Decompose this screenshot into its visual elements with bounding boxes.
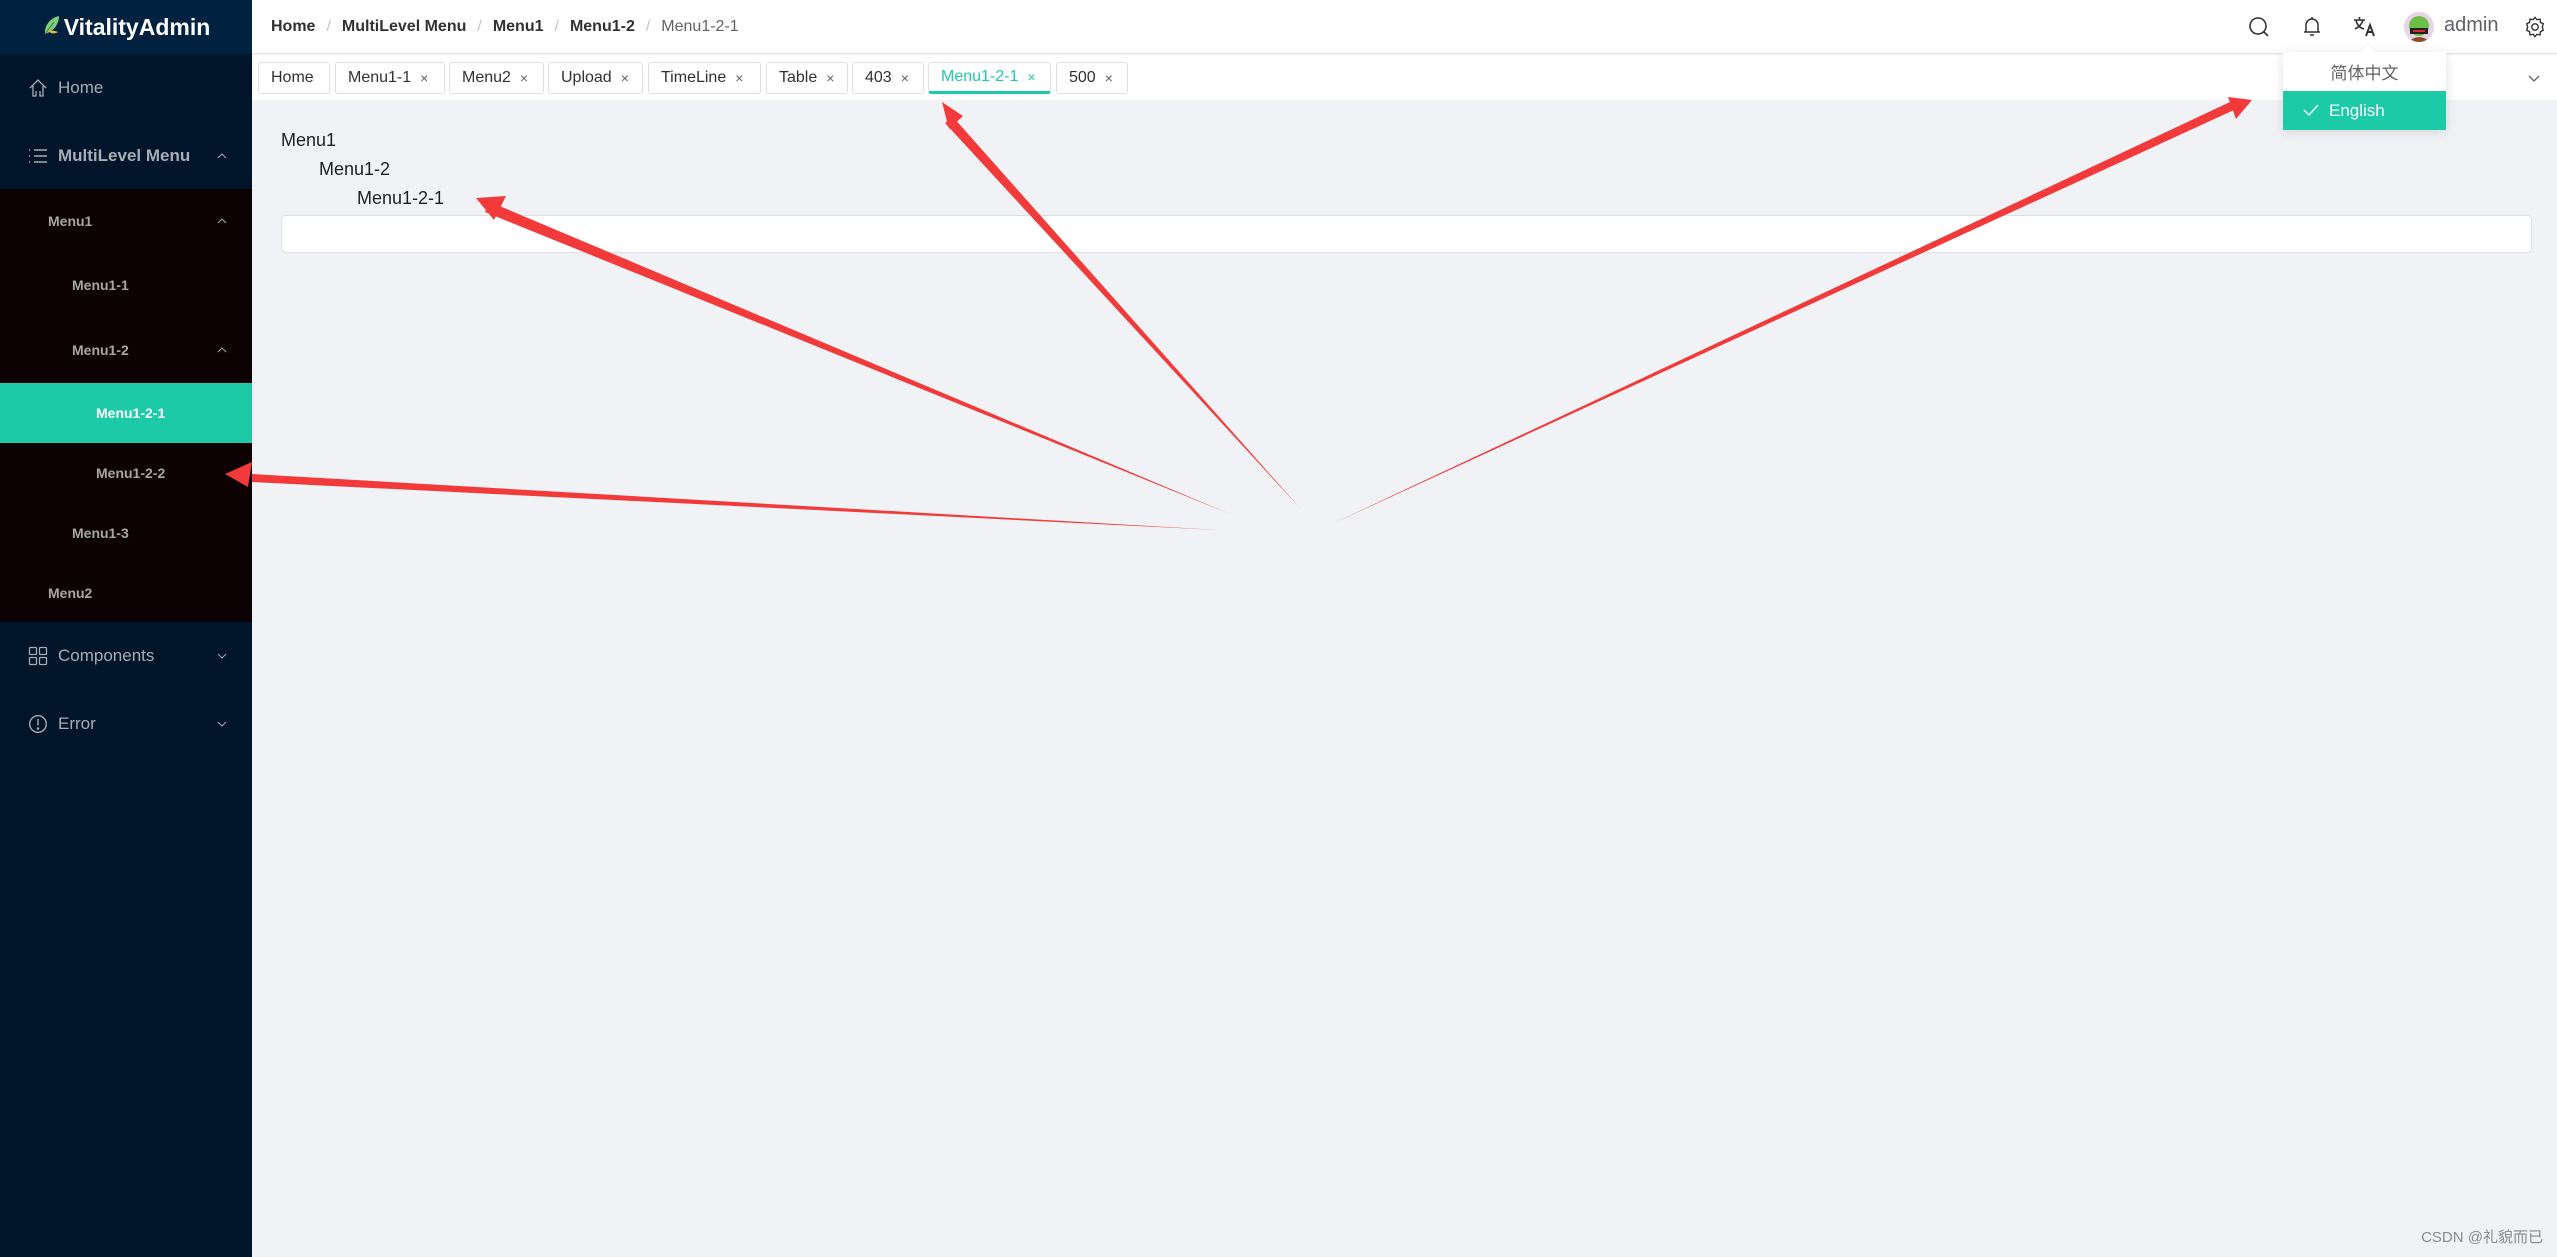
chevron-down-icon — [217, 721, 227, 727]
content-line-menu1-2-1: Menu1-2-1 — [357, 188, 445, 208]
sidebar-item-home[interactable]: Home — [0, 54, 252, 122]
tab-403[interactable]: 403 × — [852, 62, 924, 94]
tab-500[interactable]: 500 × — [1056, 62, 1128, 94]
tab-table[interactable]: Table × — [766, 62, 848, 94]
arrow-to-submenu-item — [225, 462, 1218, 530]
tab-label: Home — [271, 69, 314, 86]
arrow-to-active-tab — [942, 102, 1300, 508]
close-icon[interactable]: × — [826, 70, 834, 86]
tab-menu2[interactable]: Menu2 × — [449, 62, 544, 94]
submenu-item-label: Menu2 — [48, 584, 93, 601]
tab-timeline[interactable]: TimeLine × — [648, 62, 761, 94]
home-icon — [28, 78, 48, 98]
close-icon[interactable]: × — [901, 70, 909, 86]
submenu-item-label: Menu1-2-2 — [96, 465, 166, 481]
submenu-item-menu1-2-1[interactable]: Menu1-2-1 — [0, 383, 252, 443]
alert-circle-icon — [28, 714, 48, 734]
grid-icon — [28, 646, 48, 666]
sidebar-item-label: Error — [58, 714, 96, 733]
submenu-item-label: Menu1 — [48, 213, 93, 229]
tab-label: Table — [779, 69, 818, 86]
submenu-item-label: Menu1-2 — [72, 342, 129, 358]
close-icon[interactable]: × — [621, 70, 629, 86]
tab-menu1-1[interactable]: Menu1-1 × — [335, 62, 445, 94]
close-icon[interactable]: × — [1027, 69, 1035, 85]
translate-icon[interactable] — [2352, 14, 2378, 40]
language-dropdown: 简体中文 English — [2283, 52, 2446, 130]
sidebar-item-error[interactable]: Error — [0, 690, 252, 758]
arrow-to-language-option — [1334, 97, 2252, 523]
list-icon — [28, 146, 48, 166]
close-icon[interactable]: × — [735, 70, 743, 86]
leaf-logo-icon — [42, 14, 62, 41]
sidebar-item-label: Home — [58, 78, 104, 97]
close-icon[interactable]: × — [1105, 70, 1113, 86]
tab-label: 403 — [865, 69, 892, 86]
submenu-item-label: Menu1-1 — [72, 277, 129, 293]
close-icon[interactable]: × — [520, 70, 528, 86]
watermark: CSDN @礼貌而已 — [2421, 1229, 2543, 1246]
sidebar-item-components[interactable]: Components — [0, 622, 252, 690]
tab-upload[interactable]: Upload × — [548, 62, 643, 94]
tab-label: 500 — [1069, 69, 1096, 86]
content-line-menu1: Menu1 — [281, 130, 337, 150]
gear-icon[interactable] — [2522, 14, 2548, 40]
submenu-item-label: Menu1-2-1 — [96, 405, 166, 421]
sidebar-item-label: MultiLevel Menu — [58, 145, 191, 165]
submenu-item-menu1[interactable]: Menu1 — [0, 189, 252, 253]
tab-label: Menu1-2-1 — [941, 68, 1019, 85]
chevron-down-icon[interactable] — [2527, 71, 2541, 85]
submenu-item-menu1-2[interactable]: Menu1-2 — [0, 317, 252, 383]
tags-view-bar: Home Menu1-1 × Menu2 × Upload × TimeLine… — [252, 55, 2557, 100]
search-icon[interactable] — [2246, 14, 2272, 40]
header-actions: admin — [252, 0, 2557, 54]
logo[interactable]: VitalityAdmin — [0, 0, 252, 54]
top-header: Home / MultiLevel Menu / Menu1 / Menu1-2… — [252, 0, 2557, 54]
tab-label: Menu2 — [462, 69, 511, 86]
content-line-menu1-2: Menu1-2 — [319, 159, 391, 179]
tab-home[interactable]: Home — [258, 62, 330, 94]
submenu-item-menu1-1[interactable]: Menu1-1 — [0, 253, 252, 317]
chevron-up-icon — [217, 218, 227, 224]
submenu-item-menu1-3[interactable]: Menu1-3 — [0, 503, 252, 563]
submenu-item-menu1-2-2[interactable]: Menu1-2-2 — [0, 443, 252, 503]
sidebar: VitalityAdmin Home MultiLevel Menu Menu1… — [0, 0, 252, 1257]
username[interactable]: admin — [2444, 14, 2498, 37]
user-avatar[interactable] — [2404, 12, 2434, 42]
tab-label: TimeLine — [661, 69, 727, 86]
submenu-item-menu2[interactable]: Menu2 — [0, 563, 252, 622]
sidebar-item-label: Components — [58, 646, 155, 665]
text-input[interactable] — [281, 215, 2532, 253]
sidebar-item-multilevel-menu[interactable]: MultiLevel Menu — [0, 122, 252, 189]
submenu-item-label: Menu1-3 — [72, 525, 129, 541]
app-title: VitalityAdmin — [63, 13, 211, 40]
chevron-up-icon — [217, 152, 227, 158]
multilevel-submenu: Menu1 Menu1-1 Menu1-2 Menu1-2-1 Menu1-2-… — [0, 189, 252, 622]
chevron-down-icon — [217, 653, 227, 659]
tab-menu1-2-1[interactable]: Menu1-2-1 × — [928, 62, 1051, 94]
tab-label: Upload — [561, 69, 612, 86]
language-option-zh[interactable]: 简体中文 — [2283, 52, 2446, 91]
chevron-up-icon — [217, 347, 227, 353]
close-icon[interactable]: × — [420, 70, 428, 86]
bell-icon[interactable] — [2299, 14, 2325, 40]
language-option-label: English — [2329, 100, 2385, 120]
check-icon — [2303, 104, 2319, 116]
language-option-en[interactable]: English — [2283, 91, 2446, 130]
tab-label: Menu1-1 — [348, 69, 412, 86]
